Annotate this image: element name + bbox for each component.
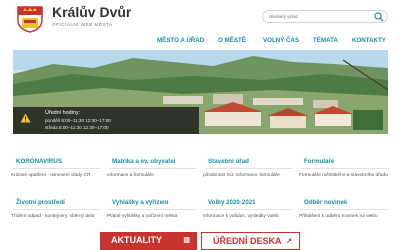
card-description: Třídění odpad - kontejnery, sběrný dvůr bbox=[11, 214, 95, 219]
main-nav: MĚSTO A ÚŘAD O MĚSTĚ VOLNÝ ČAS TÉMATA KO… bbox=[0, 34, 400, 50]
site-title[interactable]: Králův Dvůr bbox=[52, 4, 131, 20]
notice-title: Úřední hodiny: bbox=[45, 110, 81, 116]
official-board-button[interactable]: ÚŘEDNÍ DESKA ↗ bbox=[201, 232, 300, 250]
warning-icon bbox=[20, 113, 31, 123]
card-volby[interactable]: Volby 2020-2021 Informace k volbám, výsl… bbox=[203, 196, 293, 234]
card-koronavirus[interactable]: KORONAVIRUS Krizové opatření - usnesení … bbox=[11, 155, 101, 193]
card-stavebni-urad[interactable]: Stavební úřad působnost SÚ, informace, f… bbox=[203, 155, 293, 193]
card-description: Přihlášení k odběru novinek na webu bbox=[299, 214, 378, 219]
city-crest-logo[interactable] bbox=[17, 5, 43, 33]
card-title[interactable]: Formuláře bbox=[301, 155, 389, 169]
news-button[interactable]: AKTUALITY ▤ bbox=[100, 232, 197, 250]
card-description: působnost SÚ, informace, formuláře bbox=[203, 173, 280, 178]
card-vyhlasky[interactable]: Vyhlášky a vyřízení Platné vyhlášky a na… bbox=[107, 196, 197, 234]
notice-hours-wednesday: středa 8:00–11:30 12:30–17:00 bbox=[45, 125, 109, 130]
card-formulare[interactable]: Formuláře Formuláře městského a stavební… bbox=[299, 155, 389, 193]
nav-item-kontakty[interactable]: KONTAKTY bbox=[352, 37, 386, 44]
card-description: Krizové opatření - usnesení vlády ČR bbox=[11, 173, 91, 178]
notice-hours-monday: pondělí 8:00–11:30 12:30–17:00 bbox=[45, 118, 111, 123]
card-odber-novinek[interactable]: Odběr novinek Přihlášení k odběru novine… bbox=[299, 196, 389, 234]
card-title[interactable]: Stavební úřad bbox=[205, 155, 293, 169]
card-matrika[interactable]: Matrika a ev. obyvatel Informace a formu… bbox=[107, 155, 197, 193]
card-description: Platné vyhlášky a nařízení města bbox=[107, 214, 178, 219]
search-icon[interactable] bbox=[374, 12, 384, 22]
card-title[interactable]: Volby 2020-2021 bbox=[205, 196, 293, 210]
search-box[interactable] bbox=[262, 10, 388, 23]
card-title[interactable]: Vyhlášky a vyřízení bbox=[109, 196, 197, 210]
office-hours-notice: Úřední hodiny: pondělí 8:00–11:30 12:30–… bbox=[13, 107, 199, 134]
external-link-icon: ↗ bbox=[286, 238, 292, 245]
card-description: Informace k volbám, výsledky voleb bbox=[203, 214, 279, 219]
nav-item-volny-cas[interactable]: VOLNÝ ČAS bbox=[263, 37, 299, 44]
card-title[interactable]: Životní prostředí bbox=[13, 196, 101, 210]
card-title[interactable]: Odběr novinek bbox=[301, 196, 389, 210]
news-button-label: AKTUALITY bbox=[111, 235, 162, 245]
official-board-label: ÚŘEDNÍ DESKA bbox=[213, 236, 282, 246]
card-title[interactable]: KORONAVIRUS bbox=[13, 155, 101, 169]
news-icon: ▤ bbox=[183, 237, 190, 244]
nav-item-o-meste[interactable]: O MĚSTĚ bbox=[218, 37, 246, 44]
card-zivotni-prostredi[interactable]: Životní prostředí Třídění odpad - kontej… bbox=[11, 196, 101, 234]
card-description: Informace a formuláře bbox=[107, 173, 154, 178]
nav-item-mesto-a-urad[interactable]: MĚSTO A ÚŘAD bbox=[157, 37, 204, 44]
nav-item-temata[interactable]: TÉMATA bbox=[313, 37, 338, 44]
card-title[interactable]: Matrika a ev. obyvatel bbox=[109, 155, 197, 169]
site-subtitle: OFICIÁLNÍ WEB MĚSTA bbox=[52, 22, 113, 27]
site-header: Králův Dvůr OFICIÁLNÍ WEB MĚSTA bbox=[0, 0, 400, 34]
card-description: Formuláře městského a stavebního úřadu bbox=[299, 173, 388, 178]
search-input[interactable] bbox=[269, 12, 369, 21]
